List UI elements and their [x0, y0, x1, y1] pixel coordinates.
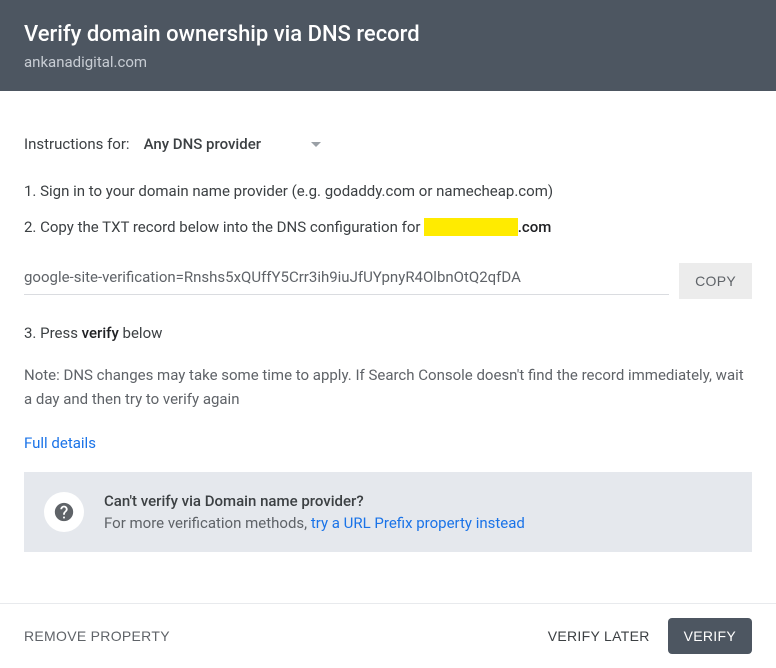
- dialog-title: Verify domain ownership via DNS record: [24, 22, 752, 47]
- step-3-prefix: 3. Press: [24, 324, 82, 342]
- chevron-down-icon: [311, 142, 321, 147]
- note-text: Note: DNS changes may take some time to …: [24, 363, 752, 411]
- help-icon: [44, 492, 84, 532]
- provider-select-value: Any DNS provider: [144, 135, 261, 153]
- callout-text-prefix: For more verification methods,: [104, 514, 311, 532]
- callout-body: Can't verify via Domain name provider? F…: [104, 492, 525, 532]
- callout-text: For more verification methods, try a URL…: [104, 514, 525, 532]
- step-2-redacted: ankanadigital: [424, 218, 518, 236]
- callout-title: Can't verify via Domain name provider?: [104, 492, 525, 510]
- step-2-prefix: 2. Copy the TXT record below into the DN…: [24, 218, 424, 236]
- dialog-header: Verify domain ownership via DNS record a…: [0, 0, 776, 91]
- step-2: 2. Copy the TXT record below into the DN…: [24, 215, 752, 239]
- dialog-footer: REMOVE PROPERTY VERIFY LATER VERIFY: [0, 603, 776, 668]
- step-3-suffix: below: [119, 324, 163, 342]
- instructions-label: Instructions for:: [24, 135, 130, 153]
- dialog-content: Instructions for: Any DNS provider 1. Si…: [0, 91, 776, 552]
- step-3: 3. Press verify below: [24, 321, 752, 345]
- verify-later-button[interactable]: VERIFY LATER: [548, 628, 650, 644]
- step-1: 1. Sign in to your domain name provider …: [24, 179, 752, 203]
- verify-button[interactable]: VERIFY: [668, 618, 752, 654]
- step-3-bold: verify: [82, 324, 119, 342]
- txt-record-value[interactable]: google-site-verification=Rnshs5xQUffY5Cr…: [24, 268, 669, 295]
- txt-record-row: google-site-verification=Rnshs5xQUffY5Cr…: [24, 263, 752, 299]
- copy-button[interactable]: COPY: [679, 263, 752, 299]
- dialog-domain: ankanadigital.com: [24, 53, 752, 71]
- callout-box: Can't verify via Domain name provider? F…: [24, 472, 752, 552]
- remove-property-button[interactable]: REMOVE PROPERTY: [24, 628, 170, 644]
- instructions-row: Instructions for: Any DNS provider: [24, 135, 752, 153]
- url-prefix-link[interactable]: try a URL Prefix property instead: [311, 514, 525, 532]
- full-details-link[interactable]: Full details: [24, 434, 96, 452]
- step-2-suffix: .com: [518, 218, 552, 236]
- provider-select[interactable]: Any DNS provider: [144, 135, 321, 153]
